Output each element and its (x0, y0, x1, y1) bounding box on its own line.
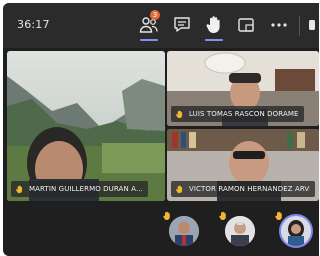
more-options-icon (271, 23, 287, 27)
chat-icon (174, 17, 190, 32)
share-tray-icon (238, 18, 254, 32)
chat-button[interactable] (170, 13, 194, 37)
avatar (281, 216, 311, 246)
raised-hand-icon (176, 110, 183, 118)
toolbar-divider (299, 16, 300, 36)
meeting-window: 36:17 3 MARTIN GUILLERMO DURAN A... LUIS… (3, 3, 319, 256)
avatar (169, 216, 199, 246)
raised-hand-icon (275, 211, 282, 220)
participant-avatar-strip (3, 201, 319, 256)
participant-name-bar: VICTOR RAMON HERNANDEZ ARVI... (171, 181, 315, 197)
leave-button-edge-icon[interactable] (307, 19, 317, 31)
meeting-toolbar: 36:17 3 (3, 3, 319, 48)
meeting-timer: 36:17 (17, 18, 50, 31)
more-options-button[interactable] (267, 13, 291, 37)
participant-avatar-2[interactable] (219, 211, 257, 248)
raised-hand-icon (16, 185, 23, 193)
raise-hand-icon (206, 16, 220, 33)
share-tray-button[interactable] (234, 13, 258, 37)
raise-hand-active-indicator (205, 39, 223, 41)
avatar (225, 216, 255, 246)
raise-hand-button[interactable] (202, 13, 226, 41)
participants-active-indicator (140, 39, 158, 41)
participant-name: MARTIN GUILLERMO DURAN A... (29, 185, 143, 193)
raised-hand-icon (163, 211, 170, 220)
participant-avatar-3[interactable] (275, 211, 313, 248)
participant-name-bar: LUIS TOMAS RASCON DORAME (171, 106, 304, 122)
participants-button[interactable]: 3 (137, 10, 161, 41)
video-tile-victor[interactable]: VICTOR RAMON HERNANDEZ ARVI... (167, 129, 319, 201)
participants-count-badge: 3 (150, 10, 160, 20)
video-tile-luis[interactable]: LUIS TOMAS RASCON DORAME (167, 51, 319, 126)
participant-name: VICTOR RAMON HERNANDEZ ARVI... (189, 185, 310, 193)
raised-hand-icon (176, 185, 183, 193)
participant-avatar-1[interactable] (163, 211, 201, 248)
video-feed (7, 51, 165, 201)
participant-name: LUIS TOMAS RASCON DORAME (189, 110, 299, 118)
participant-name-bar: MARTIN GUILLERMO DURAN A... (11, 181, 148, 197)
raised-hand-icon (219, 211, 226, 220)
video-tile-martin[interactable]: MARTIN GUILLERMO DURAN A... (7, 51, 165, 201)
